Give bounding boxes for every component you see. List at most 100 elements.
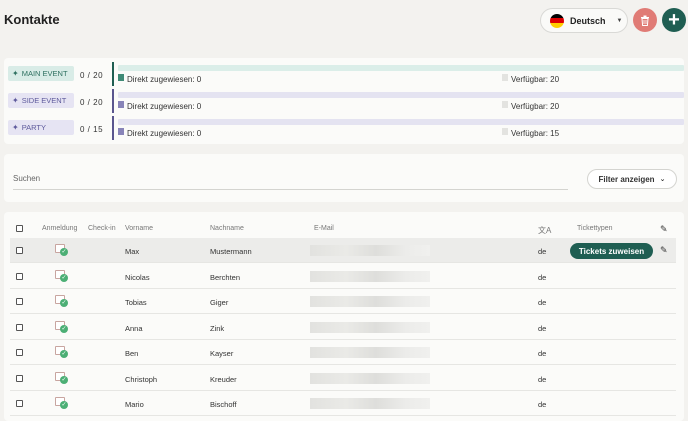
event-count: 0 / 20 xyxy=(80,71,104,80)
ticket-icon: ✦ xyxy=(12,69,19,78)
event-name: PARTY xyxy=(21,123,47,132)
row-checkbox[interactable] xyxy=(16,298,23,305)
cell-nachname: Giger xyxy=(210,298,229,307)
cell-language: de xyxy=(538,273,547,282)
event-badge[interactable]: ✦ PARTY xyxy=(8,120,74,135)
plus-icon: + xyxy=(668,9,680,31)
cell-language: de xyxy=(538,324,547,333)
cell-vorname: Christoph xyxy=(125,375,158,384)
registered-calendar-icon: ✓ xyxy=(55,345,68,358)
trash-icon xyxy=(641,15,649,26)
column-header-checkin[interactable]: Check-in xyxy=(88,225,116,232)
cell-email-redacted xyxy=(310,245,430,256)
event-badge[interactable]: ✦ SIDE EVENT xyxy=(8,93,74,108)
cell-nachname: Kayser xyxy=(210,349,234,358)
cell-email-redacted xyxy=(310,373,430,384)
language-label: Deutsch xyxy=(570,15,606,26)
cell-email-redacted xyxy=(310,347,430,358)
column-header-email[interactable]: E-Mail xyxy=(314,225,334,232)
cell-language: de xyxy=(538,349,547,358)
capacity-bar xyxy=(118,119,684,125)
assigned-marker xyxy=(118,128,124,135)
event-row-party: ✦ PARTY 0 / 15 Direkt zugewiesen: 0 Verf… xyxy=(8,116,684,140)
column-header-tickettypen[interactable]: Tickettypen xyxy=(577,225,613,232)
cell-vorname: Max xyxy=(125,247,140,256)
germany-flag-icon xyxy=(550,13,564,28)
cell-nachname: Kreuder xyxy=(210,375,237,384)
registered-calendar-icon: ✓ xyxy=(55,320,68,333)
search-underline xyxy=(13,189,568,190)
available-text: Verfügbar: 20 xyxy=(511,75,560,84)
available-marker xyxy=(502,128,508,135)
registered-calendar-icon: ✓ xyxy=(55,294,68,307)
event-row-main: ✦ MAIN EVENT 0 / 20 Direkt zugewiesen: 0… xyxy=(8,62,684,86)
assigned-text: Direkt zugewiesen: 0 xyxy=(127,129,202,138)
edit-columns-pencil-icon[interactable]: ✎ xyxy=(660,224,668,235)
translate-icon: 文A xyxy=(538,226,552,235)
row-checkbox[interactable] xyxy=(16,375,23,382)
cell-email-redacted xyxy=(310,271,430,282)
available-text: Verfügbar: 15 xyxy=(511,129,560,138)
page-title: Kontakte xyxy=(4,12,60,27)
cell-email-redacted xyxy=(310,398,430,409)
event-summary-card: ✦ MAIN EVENT 0 / 20 Direkt zugewiesen: 0… xyxy=(4,58,684,144)
filter-button[interactable]: Filter anzeigen ⌄ xyxy=(587,169,677,189)
column-header-vorname[interactable]: Vorname xyxy=(125,225,153,232)
assign-tickets-button[interactable]: Tickets zuweisen xyxy=(570,243,653,259)
assigned-text: Direkt zugewiesen: 0 xyxy=(127,75,202,84)
filter-label: Filter anzeigen xyxy=(598,174,655,184)
cell-vorname: Nicolas xyxy=(125,273,150,282)
row-checkbox[interactable] xyxy=(16,324,23,331)
chevron-down-icon: ▼ xyxy=(616,17,623,24)
edit-row-pencil-icon[interactable]: ✎ xyxy=(660,245,668,256)
select-all-checkbox[interactable] xyxy=(16,225,23,232)
event-name: SIDE EVENT xyxy=(21,96,67,105)
language-selector[interactable]: Deutsch ▼ xyxy=(540,8,628,33)
chevron-down-icon: ⌄ xyxy=(659,176,666,183)
cell-nachname: Mustermann xyxy=(210,247,252,256)
cell-vorname: Mario xyxy=(125,400,144,409)
add-contact-button[interactable]: + xyxy=(662,8,686,32)
cell-language: de xyxy=(538,400,547,409)
cell-language: de xyxy=(538,298,547,307)
cell-email-redacted xyxy=(310,296,430,307)
available-marker xyxy=(502,74,508,81)
row-checkbox[interactable] xyxy=(16,400,23,407)
cell-vorname: Tobias xyxy=(125,298,147,307)
divider xyxy=(112,89,114,113)
registered-calendar-icon: ✓ xyxy=(55,243,68,256)
row-checkbox[interactable] xyxy=(16,273,23,280)
registered-calendar-icon: ✓ xyxy=(55,396,68,409)
event-count: 0 / 20 xyxy=(80,98,104,107)
available-text: Verfügbar: 20 xyxy=(511,102,560,111)
ticket-icon: ✦ xyxy=(12,123,19,132)
delete-button[interactable] xyxy=(633,8,657,32)
cell-vorname: Ben xyxy=(125,349,139,358)
assigned-marker xyxy=(118,74,124,81)
search-input[interactable]: Suchen xyxy=(13,174,40,183)
capacity-bar xyxy=(118,65,684,71)
event-badge[interactable]: ✦ MAIN EVENT xyxy=(8,66,74,81)
cell-language: de xyxy=(538,375,547,384)
column-header-anmeldung[interactable]: Anmeldung xyxy=(42,225,77,232)
column-header-nachname[interactable]: Nachname xyxy=(210,225,244,232)
assigned-marker xyxy=(118,101,124,108)
capacity-bar xyxy=(118,92,684,98)
row-checkbox[interactable] xyxy=(16,247,23,254)
assigned-text: Direkt zugewiesen: 0 xyxy=(127,102,202,111)
available-marker xyxy=(502,101,508,108)
cell-email-redacted xyxy=(310,322,430,333)
event-row-side: ✦ SIDE EVENT 0 / 20 Direkt zugewiesen: 0… xyxy=(8,89,684,113)
cell-nachname: Bischoff xyxy=(210,400,237,409)
cell-vorname: Anna xyxy=(125,324,143,333)
event-count: 0 / 15 xyxy=(80,125,104,134)
divider xyxy=(112,62,114,86)
row-checkbox[interactable] xyxy=(16,349,23,356)
ticket-icon: ✦ xyxy=(12,96,19,105)
search-card: Suchen Filter anzeigen ⌄ xyxy=(4,154,684,202)
cell-nachname: Zink xyxy=(210,324,225,333)
cell-nachname: Berchten xyxy=(210,273,241,282)
page-header: Kontakte Deutsch ▼ + xyxy=(0,0,688,44)
registered-calendar-icon: ✓ xyxy=(55,269,68,282)
cell-language: de xyxy=(538,247,547,256)
